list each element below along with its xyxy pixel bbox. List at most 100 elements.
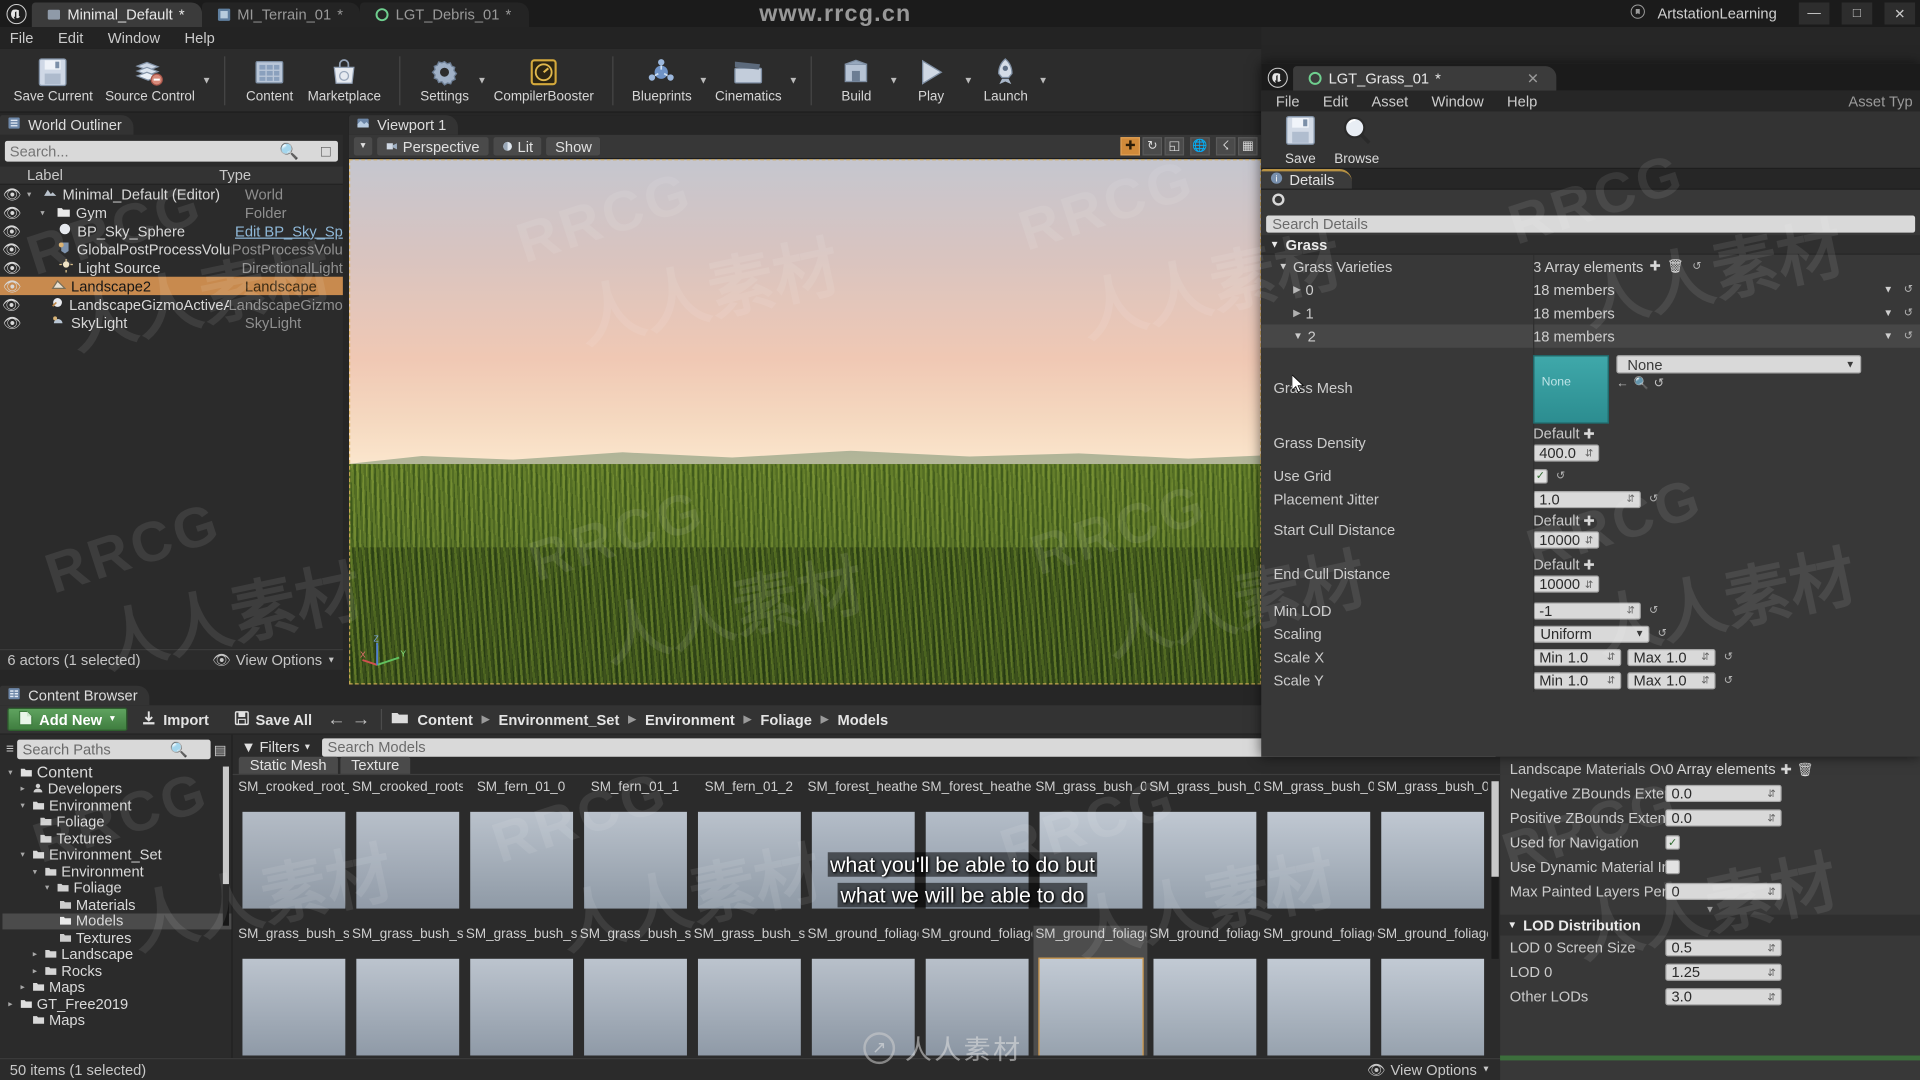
tab-details[interactable]: i Details [1261,168,1352,189]
add-array-element-icon[interactable]: ✚ [1649,258,1660,275]
expand-arrow-icon[interactable]: ▾ [29,867,40,877]
chevron-down-icon[interactable]: ▼ [963,56,974,105]
asset-cell[interactable]: SM_grass_bush_simple_01 [236,926,350,1056]
menu-window[interactable]: Window [1431,92,1483,109]
asset-cell[interactable]: SM_grass_bush_02 [1147,779,1261,926]
asset-thumbnail[interactable] [1380,811,1484,909]
scale-x-row[interactable]: Scale X Min 1.0 ⇵ Max 1.0 ⇵ ↺ [1261,645,1920,669]
tree-node-models[interactable]: Models [2,913,232,930]
scale-tool-icon[interactable]: ◱ [1164,137,1185,156]
tree-node-maps[interactable]: ▸ Maps [2,979,231,996]
editor-tab-lgt-debris[interactable]: LGT_Debris_01 * [360,2,529,27]
nav-forward-icon[interactable]: → [350,708,372,731]
tab-world-outliner[interactable]: World Outliner [0,115,135,135]
visibility-eye-icon[interactable]: 👁 [0,204,24,221]
show-flags-button[interactable]: Show [546,137,601,156]
outliner-row[interactable]: 👁 GlobalPostProcessVolume PostProcessVol… [0,240,343,258]
tree-node-maps-child[interactable]: Maps [2,1012,231,1029]
expand-arrow-icon[interactable]: ▾ [42,883,53,893]
number-input[interactable]: 3.0 ⇵ [1665,988,1782,1006]
expand-arrow-icon[interactable]: ▼ [1293,331,1303,342]
placement-jitter-row[interactable]: Placement Jitter 1.0 ⇵ ↺ [1261,487,1920,511]
checkbox-unchecked[interactable]: ✓ [1665,859,1681,875]
number-input[interactable]: 0.0 ⇵ [1665,809,1782,827]
minimize-button[interactable]: — [1798,2,1830,25]
asset-cell[interactable]: SM_grass_bush_simple_03 [464,926,578,1056]
reset-to-default-icon[interactable]: ↺ [1722,650,1735,663]
visibility-eye-icon[interactable]: 👁 [0,314,24,331]
scale-y-min-input[interactable]: Min 1.0 ⇵ [1533,671,1622,689]
reset-to-default-icon[interactable]: ↺ [1902,283,1915,296]
outliner-row[interactable]: 👁 LandscapeGizmoActiveActor LandscapeGiz… [0,295,343,313]
landscape-detail-row[interactable]: Used for Navigation ✓ [1500,830,1920,854]
reset-to-default-icon[interactable]: ↺ [1554,469,1567,482]
outliner-row[interactable]: 👁 ▾ Gym Folder [0,203,343,221]
import-button[interactable]: Import [130,708,220,731]
breadcrumb-content[interactable]: Content [417,711,473,728]
outliner-row-type[interactable]: Edit BP_Sky_Sp [235,222,343,239]
nav-back-icon[interactable]: ← [326,708,348,731]
breadcrumb-foliage[interactable]: Foliage [760,711,811,728]
grass-save-button[interactable]: Save [1273,112,1327,167]
tree-node-developers[interactable]: ▸ Developers [2,780,231,797]
source-control-button[interactable]: Source Control [99,50,201,111]
mesh-asset-picker[interactable]: None ▼ [1616,355,1862,374]
tree-node-gt-free2019[interactable]: ▸ GT_Free2019 [2,995,231,1012]
grass-variety-item-0[interactable]: ▶ 0 18 members ▼ ↺ [1261,277,1920,302]
grass-density-row[interactable]: Grass Density Default ✚ 400.0 ⇵ [1261,423,1920,465]
outliner-row[interactable]: 👁 BP_Sky_Sphere Edit BP_Sky_Sp [0,222,343,240]
add-override-icon[interactable]: ✚ [1583,426,1594,442]
tree-node-rocks[interactable]: ▸ Rocks [2,962,231,979]
lod-detail-row[interactable]: LOD 0 1.25 ⇵ [1500,960,1920,984]
expand-arrow-icon[interactable]: ▾ [17,801,28,811]
menu-edit[interactable]: Edit [58,29,83,46]
expand-arrow-icon[interactable]: ▶ [1293,284,1301,295]
spinner-icon[interactable]: ⇵ [1701,651,1709,662]
grass-varieties-row[interactable]: ▼ Grass Varieties 3 Array elements ✚ 🗑 ↺ [1261,254,1920,278]
reset-to-default-icon[interactable]: ↺ [1647,604,1660,617]
filter-tab-texture[interactable]: Texture [340,756,411,774]
reset-to-default-icon[interactable]: ↺ [1656,627,1669,640]
asset-thumbnail[interactable] [241,811,345,909]
tree-node-content[interactable]: ▾ Content [2,763,231,781]
details-lock-icon[interactable] [1271,192,1286,210]
asset-cell[interactable]: SM_ground_foliage_02_2_SM_ground_foliage… [1261,926,1375,1056]
grass-mesh-row[interactable]: Grass Mesh None None ▼ ← 🔍 ↺ [1261,347,1920,424]
reset-to-default-icon[interactable]: ↺ [1902,306,1915,319]
number-input[interactable]: 0 ⇵ [1665,882,1782,901]
spinner-icon[interactable]: ⇵ [1701,675,1709,686]
visibility-eye-icon[interactable]: 👁 [0,241,23,258]
menu-help[interactable]: Help [1507,92,1537,109]
viewport-3d-scene[interactable]: X Y Z [348,159,1262,685]
min-lod-row[interactable]: Min LOD -1 ⇵ ↺ [1261,598,1920,623]
asset-thumbnail[interactable] [1152,958,1256,1056]
blueprints-button[interactable]: Blueprints [626,50,698,111]
expand-arrow-icon[interactable]: ▸ [17,784,28,794]
outliner-pin-icon[interactable]: □ [321,142,331,160]
asset-thumbnail[interactable] [1266,958,1370,1056]
chevron-down-icon[interactable]: ▼ [888,56,899,105]
menu-asset[interactable]: Asset [1371,92,1408,109]
asset-thumbnail[interactable] [697,958,801,1056]
spinner-icon[interactable]: ⇵ [1607,651,1615,662]
tree-node-landscape[interactable]: ▸ Landscape [2,946,231,963]
reset-to-default-icon[interactable]: ↺ [1722,673,1735,686]
reset-to-default-icon[interactable]: ↺ [1647,492,1660,505]
chevron-down-icon[interactable]: ▼ [1883,307,1893,318]
use-grid-checkbox[interactable]: ✓ [1533,468,1548,484]
asset-thumbnail[interactable] [1266,811,1370,909]
placement-jitter-input[interactable]: 1.0 ⇵ [1533,490,1641,508]
tree-node-environment-set[interactable]: ▾ Environment_Set [2,846,231,863]
visibility-eye-icon[interactable]: 👁 [0,222,23,239]
settings-button[interactable]: Settings [413,50,477,111]
menu-file[interactable]: File [10,29,34,46]
spinner-icon[interactable]: ⇵ [1585,534,1593,545]
asset-cell-selected[interactable]: SM_ground_foliage_02_0 [1033,925,1148,1056]
spinner-icon[interactable]: ⇵ [1767,967,1775,978]
chevron-down-icon[interactable]: ▼ [476,56,487,105]
path-search-input[interactable]: Search Paths 🔍 [17,739,211,760]
scale-y-row[interactable]: Scale Y Min 1.0 ⇵ Max 1.0 ⇵ ↺ [1261,668,1920,692]
outliner-row-landscape2[interactable]: 👁 Landscape2 Landscape [0,276,343,296]
asset-thumbnail[interactable] [355,958,459,1056]
world-space-icon[interactable]: 🌐 [1190,137,1210,156]
